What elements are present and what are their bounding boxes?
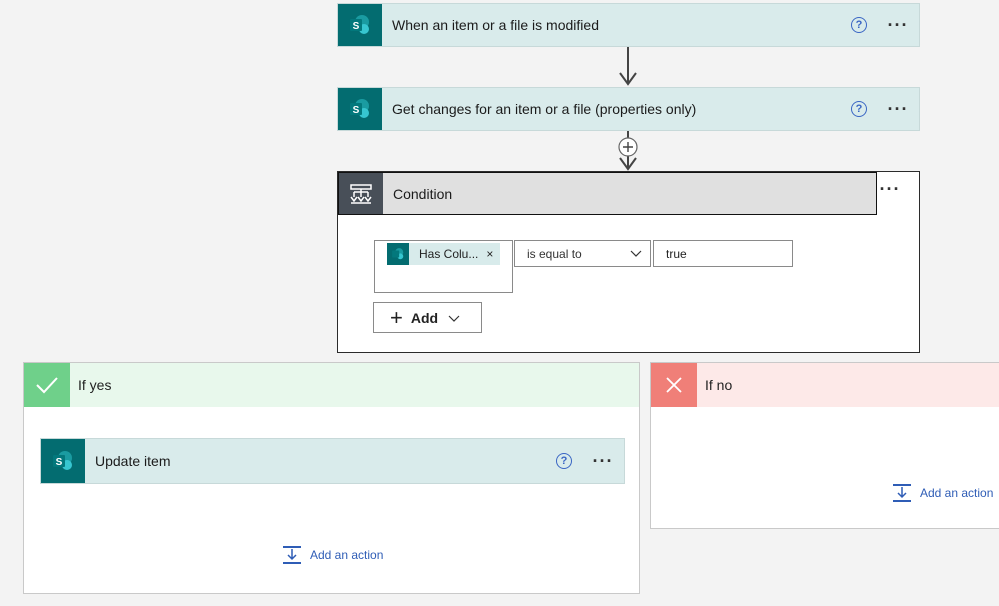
get-changes-title: Get changes for an item or a file (prope… bbox=[392, 101, 697, 117]
more-options-button[interactable]: ··· bbox=[883, 100, 913, 118]
add-action-icon bbox=[893, 484, 911, 502]
svg-text:S: S bbox=[56, 457, 63, 468]
help-icon[interactable]: ? bbox=[851, 101, 867, 117]
remove-token-button[interactable]: × bbox=[486, 247, 493, 261]
add-condition-button[interactable]: + Add bbox=[373, 302, 482, 333]
if-yes-title: If yes bbox=[78, 377, 112, 393]
dynamic-content-token[interactable]: Has Colu... × bbox=[387, 243, 500, 265]
svg-text:S: S bbox=[353, 105, 360, 116]
help-icon[interactable]: ? bbox=[556, 453, 572, 469]
trigger-card[interactable]: S When an item or a file is modified ? ·… bbox=[337, 3, 920, 47]
add-an-action-button[interactable]: Add an action bbox=[282, 545, 383, 565]
insert-step-plus-icon[interactable] bbox=[618, 137, 638, 157]
operator-select[interactable]: is equal to bbox=[514, 240, 651, 267]
add-an-action-label: Add an action bbox=[310, 548, 384, 562]
add-an-action-label: Add an action bbox=[920, 486, 994, 500]
more-options-button[interactable]: ··· bbox=[588, 452, 618, 470]
condition-left-operand[interactable]: Has Colu... × bbox=[374, 240, 513, 293]
help-icon[interactable]: ? bbox=[851, 17, 867, 33]
get-changes-card[interactable]: S Get changes for an item or a file (pro… bbox=[337, 87, 920, 131]
close-icon bbox=[651, 363, 697, 407]
if-no-title: If no bbox=[705, 377, 733, 393]
more-options-button[interactable]: ··· bbox=[883, 16, 913, 34]
chevron-down-icon bbox=[448, 315, 460, 322]
chevron-down-icon bbox=[630, 250, 642, 257]
add-label: Add bbox=[410, 309, 439, 326]
condition-value-input[interactable]: true bbox=[653, 240, 793, 267]
update-item-card[interactable]: S Update item ? ··· bbox=[40, 438, 625, 484]
operator-value: is equal to bbox=[527, 246, 582, 261]
arrow-down-icon bbox=[619, 157, 637, 171]
add-action-icon bbox=[283, 546, 301, 564]
if-yes-branch: If yes S Update item ? ··· Add an action bbox=[23, 362, 640, 594]
sharepoint-icon: S bbox=[41, 439, 85, 483]
condition-header[interactable]: Condition bbox=[338, 172, 877, 215]
plus-icon: + bbox=[390, 304, 403, 330]
trigger-title: When an item or a file is modified bbox=[392, 17, 599, 33]
sharepoint-icon: S bbox=[338, 88, 382, 130]
more-options-button[interactable]: ··· bbox=[875, 180, 905, 198]
condition-title: Condition bbox=[393, 185, 453, 202]
arrow-down-icon bbox=[619, 72, 637, 86]
condition-card: Condition ··· Has Colu... × is equal to … bbox=[337, 171, 920, 353]
if-no-branch: If no Add an action bbox=[650, 362, 999, 529]
add-an-action-button[interactable]: Add an action bbox=[892, 483, 993, 503]
svg-text:S: S bbox=[353, 21, 360, 32]
sharepoint-icon bbox=[387, 243, 409, 265]
update-item-title: Update item bbox=[95, 453, 171, 469]
condition-icon bbox=[339, 173, 383, 214]
if-yes-header[interactable]: If yes bbox=[24, 363, 639, 407]
sharepoint-icon: S bbox=[338, 4, 382, 46]
if-no-header[interactable]: If no bbox=[651, 363, 999, 407]
checkmark-icon bbox=[24, 363, 70, 407]
token-label: Has Colu... bbox=[419, 247, 479, 261]
